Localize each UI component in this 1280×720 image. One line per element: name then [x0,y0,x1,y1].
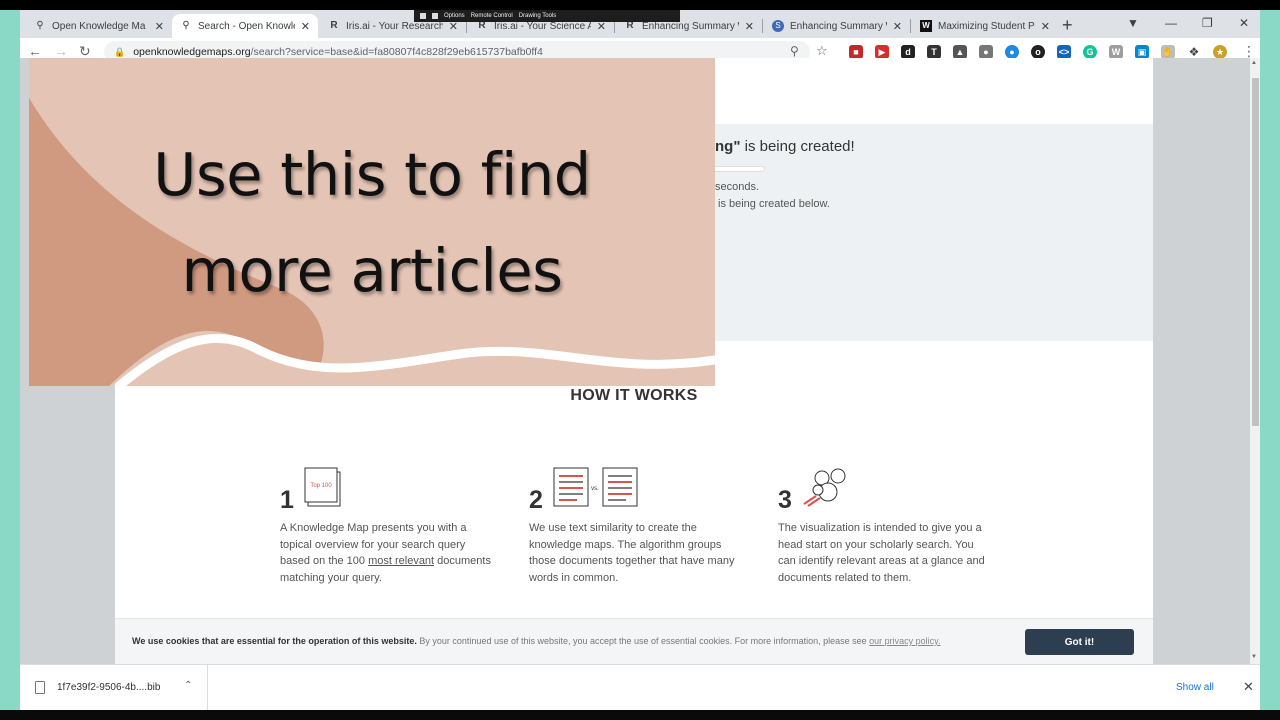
step-1-text: A Knowledge Map presents you with a topi… [280,520,495,586]
grammarly-icon[interactable]: G [1083,45,1097,59]
document-stack-icon: Top 100 [304,467,341,507]
extension-red-icon[interactable]: ▶ [875,45,889,59]
overlay-line-1: Use this to find [153,140,591,209]
download-item[interactable]: 1f7e39f2-9506-4b....bib ⌃ [20,665,208,710]
vs-label: vs. [591,486,599,492]
download-bar: 1f7e39f2-9506-4b....bib ⌃ Show all ✕ [20,664,1260,710]
progress-note-2: is being created below. [718,198,830,210]
step-number: 1 [280,486,294,514]
extensions-puzzle-icon[interactable]: ❖ [1187,45,1201,59]
drawing-tools-menu[interactable]: Drawing Tools [519,13,557,19]
download-filename: 1f7e39f2-9506-4b....bib [57,682,161,693]
url-domain: openknowledgemaps.org [133,46,251,58]
lock-icon: 🔒 [114,46,126,57]
tab-title: Maximizing Student P [938,20,1035,32]
progress-note-1: seconds. [715,181,760,193]
extension-screen-icon[interactable]: ▣ [1135,45,1149,59]
restore-icon[interactable]: ❐ [1202,16,1213,30]
profile-icon[interactable]: ▼ [1127,16,1139,30]
show-all-link[interactable]: Show all [1176,682,1214,693]
extension-bird-icon[interactable]: ▲ [953,45,967,59]
overlay-line-2: more articles [181,236,563,305]
tab-title: Iris.ai - Your Science A [494,20,591,32]
chevron-up-icon[interactable]: ⌃ [184,680,192,691]
privacy-policy-link[interactable]: our privacy policy. [869,636,940,646]
bookmark-star-icon[interactable]: ☆ [816,43,828,59]
semantic-scholar-icon: S [772,20,784,32]
pin-icon: ⚲ [36,20,44,31]
remote-control-bar: Options Remote Control Drawing Tools [414,10,680,22]
extension-pdf-icon[interactable]: ■ [849,45,863,59]
tab-search-open-knowledge[interactable]: ⚲ Search - Open Knowle ✕ [172,14,318,38]
file-icon [35,681,45,694]
scroll-up-icon[interactable]: ▲ [1251,60,1257,66]
progress-title-bold: ng" [715,138,741,155]
zoom-icon[interactable]: ⚲ [790,44,799,58]
recording-frame-right [1260,10,1280,710]
options-menu[interactable]: Options [444,13,465,19]
most-relevant-link[interactable]: most relevant [368,555,434,567]
tab-separator [762,19,763,33]
cookie-text: By your continued use of this website, y… [416,636,870,646]
window-close-icon[interactable]: ✕ [1239,16,1249,30]
tab-maximizing-student[interactable]: W Maximizing Student P ✕ [912,14,1058,38]
extension-grey-icon[interactable]: ● [979,45,993,59]
extension-circle-icon[interactable]: o [1031,45,1045,59]
scrollbar-thumb[interactable] [1252,78,1259,426]
tab-title: Iris.ai - Your Research [346,20,443,32]
cookie-banner: We use cookies that are essential for th… [115,618,1153,664]
scroll-down-icon[interactable]: ▼ [1251,654,1257,660]
back-icon[interactable]: ← [28,43,42,59]
how-it-works-heading: HOW IT WORKS [570,387,698,404]
extension-code-icon[interactable]: <> [1057,45,1071,59]
close-icon[interactable]: ✕ [893,20,902,33]
step-number: 2 [529,486,543,514]
overlay-background-shape [29,98,715,386]
wikipedia-icon: W [920,20,932,32]
forward-icon[interactable]: → [54,43,68,59]
avatar[interactable]: ★ [1213,45,1227,59]
close-icon[interactable]: ✕ [1041,20,1050,33]
url-path: /search?service=base&id=fa80807f4c828f29… [250,46,543,58]
close-icon[interactable]: ✕ [301,20,310,33]
video-overlay-card: Use this to find more articles [29,58,715,386]
cookie-message: We use cookies that are essential for th… [132,636,941,646]
close-icon[interactable]: ✕ [745,20,754,33]
tab-title: Open Knowledge Ma [52,20,146,32]
page-scrollbar[interactable]: ▲ ▼ [1250,58,1260,664]
pause-icon[interactable] [432,13,438,19]
close-download-bar-icon[interactable]: ✕ [1243,679,1254,695]
extension-w-icon[interactable]: W [1109,45,1123,59]
tab-title: Enhancing Summary W [790,20,887,32]
minimize-icon[interactable]: — [1165,16,1177,30]
recording-frame-bottom [0,710,1280,720]
new-tab-button[interactable]: + [1062,16,1073,34]
pin-icon: ⚲ [182,20,190,31]
close-icon[interactable]: ✕ [155,20,164,33]
remote-control-menu[interactable]: Remote Control [471,13,513,19]
tab-title: Enhancing Summary W [642,20,739,32]
top-100-badge: Top 100 [310,483,332,489]
got-it-button[interactable]: Got it! [1025,629,1134,655]
extension-blue-icon[interactable]: ● [1005,45,1019,59]
bubbles-icon [803,468,846,507]
stop-icon[interactable] [420,13,426,19]
progress-title: ng" is being created! [715,138,855,155]
step-3-text: The visualization is intended to give yo… [778,522,985,584]
step-number: 3 [778,486,792,514]
cookie-bold-text: We use cookies that are essential for th… [132,636,417,646]
tab-separator [910,19,911,33]
iris-logo-icon: R [330,20,338,31]
tab-title: Search - Open Knowle [198,20,295,32]
tab-open-knowledge-maps[interactable]: ⚲ Open Knowledge Ma ✕ [26,14,172,38]
recording-frame-left [0,10,20,710]
extension-hand-icon[interactable]: ✋ [1161,45,1175,59]
step-2-text: We use text similarity to create the kno… [529,522,735,584]
tab-enhancing-summary-2[interactable]: S Enhancing Summary W ✕ [764,14,910,38]
document-comparison-icon: vs. [553,467,638,507]
progress-title-rest: is being created! [740,138,855,155]
extension-t-icon[interactable]: T [927,45,941,59]
extension-d-icon[interactable]: d [901,45,915,59]
